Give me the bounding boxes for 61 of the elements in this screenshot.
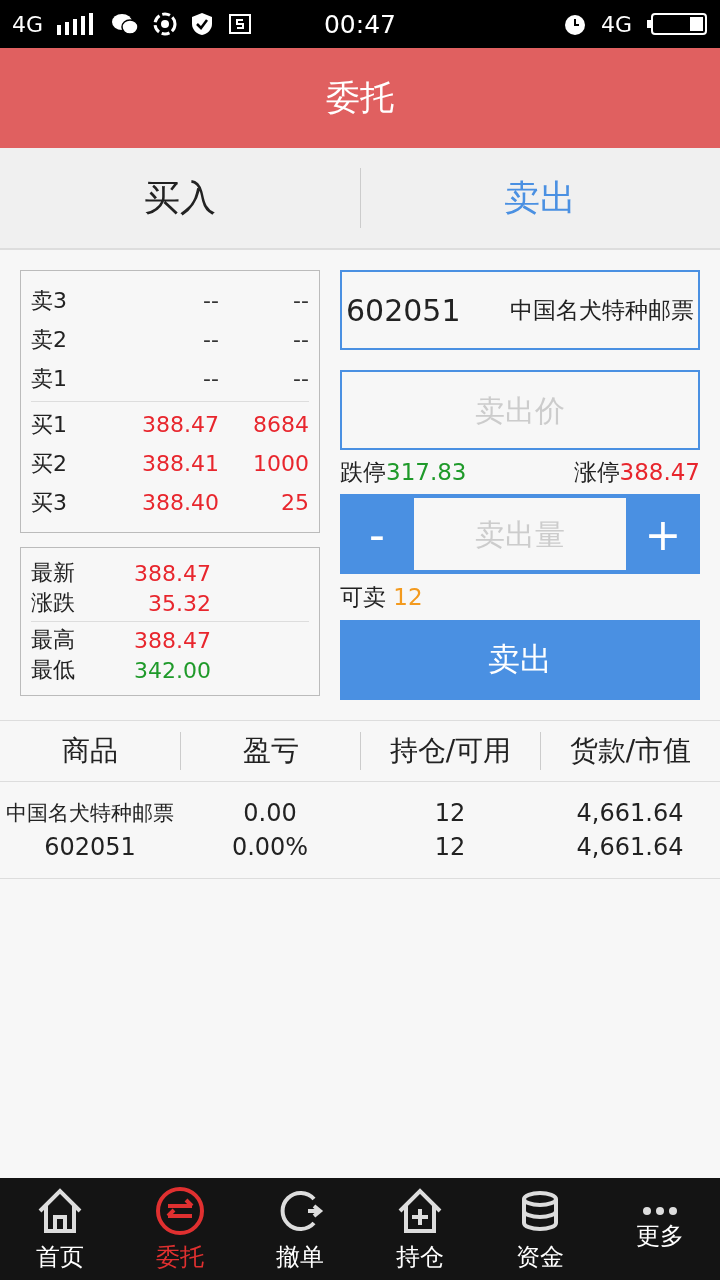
quote-label: 最低 [31,656,76,684]
page-title: 委托 [326,76,394,119]
nav-tab[interactable]: 撤单 [276,1241,324,1273]
network-label: 4G [12,11,44,37]
order-level-label: 卖1 [31,364,68,393]
order-level-label: 买3 [31,488,68,517]
table-cell: 12 [434,833,466,861]
alarm-icon [562,12,587,36]
nav-tab[interactable]: 更多 [636,1220,684,1252]
order-price: -- [202,366,219,391]
clock-time: 00:47 [323,9,396,39]
network-label: 4G [600,11,632,37]
table-cell: 4,661.64 [576,799,684,827]
order-level-label: 买2 [31,449,68,478]
nav-tab[interactable]: 资金 [516,1241,564,1273]
order-volume: -- [292,288,309,313]
order-level-label: 卖3 [31,286,68,315]
quote-label: 涨跌 [31,589,76,617]
order-volume: 8684 [252,412,309,437]
shield-icon [191,12,214,36]
order-price: 388.41 [141,451,219,476]
table-cell-text: 中国名犬特种邮票 [6,800,174,827]
table-cell: 12 [434,799,466,827]
table-cell: 4,661.64 [576,833,684,861]
column-header: 商品 [61,733,119,769]
order-price: -- [202,288,219,313]
limit-down-text: 跌停317.83 [340,457,467,487]
more-icon [642,1206,678,1216]
nav-tab[interactable]: 首页 [36,1241,84,1273]
order-level-label: 卖2 [31,325,68,354]
order-volume: -- [292,366,309,391]
order-price: 388.47 [141,412,219,437]
quote-value: 35.32 [147,590,211,616]
order-volume: 25 [280,490,309,515]
order-volume: 1000 [252,451,309,476]
order-level-label: 买1 [31,410,68,439]
quote-value: 388.47 [133,627,211,653]
battery-icon [646,12,708,36]
quote-value: 388.47 [133,560,211,586]
column-header: 货款/市值 [540,732,720,770]
chat-icon [111,12,140,36]
nav-tab[interactable]: 持仓 [396,1241,444,1273]
table-cell: 602051 [44,833,136,861]
quote-value: 342.00 [133,657,211,683]
column-header: 盈亏 [180,732,360,770]
limit-up-text: 涨停388.47 [573,457,700,487]
table-cell: 0.00 [243,799,297,827]
swirl-icon [153,12,178,36]
screenshot-icon [227,12,254,36]
table-cell: 0.00% [231,833,309,861]
stock-field[interactable]: 602051 中国名犬特种邮票 [340,270,700,350]
quote-label: 最新 [31,559,76,587]
nav-tab[interactable]: 委托 [156,1241,204,1273]
exchange-icon [154,1185,206,1237]
order-price: 388.40 [141,490,219,515]
column-header: 持仓/可用 [360,732,540,770]
tab[interactable]: 买入 [143,173,216,223]
available-text: 可卖 12 [340,582,424,612]
order-price: -- [202,327,219,352]
quote-label: 最高 [31,626,76,654]
order-volume: -- [292,327,309,352]
